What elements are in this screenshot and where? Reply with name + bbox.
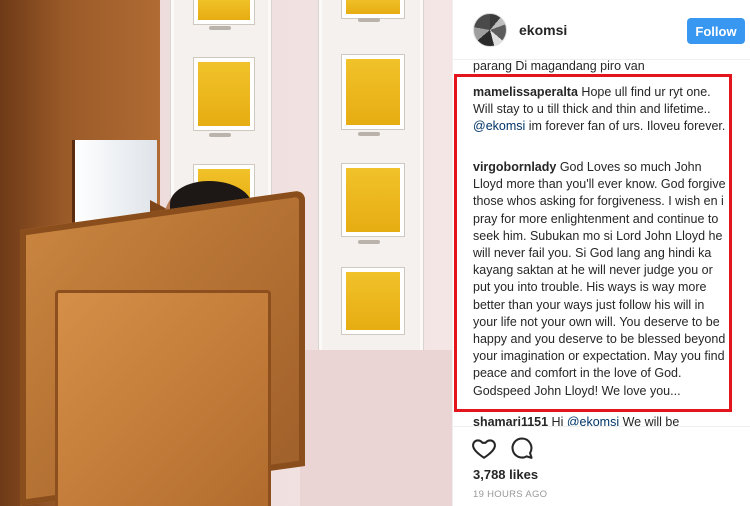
- comment-partial-bottom: shamari1151 Hi @ekomsi We will be: [473, 414, 743, 426]
- photo-window-pane: [342, 0, 404, 18]
- comment-mention[interactable]: @ekomsi: [567, 415, 619, 426]
- photo-booth-panel: [55, 290, 271, 506]
- heart-icon[interactable]: [471, 435, 497, 461]
- comment-text: God Loves so much John Lloyd more than y…: [473, 160, 726, 398]
- post-timestamp[interactable]: 19 HOURS AGO: [473, 489, 547, 500]
- comment: virgobornlady God Loves so much John Llo…: [473, 159, 729, 400]
- photo-window-pane: [194, 58, 254, 130]
- comment-username[interactable]: shamari1151: [473, 415, 548, 426]
- post-actions: 3,788 likes 19 HOURS AGO: [453, 426, 750, 506]
- likes-count[interactable]: 3,788 likes: [473, 467, 538, 482]
- post-sidebar: ekomsi Follow parang Di magandang piro v…: [452, 0, 750, 506]
- post-photo: [0, 0, 452, 506]
- comment-text: im forever fan of urs. Iloveu forever.: [525, 119, 726, 134]
- comment-text: We will be: [619, 415, 680, 426]
- avatar[interactable]: [473, 13, 507, 47]
- follow-button[interactable]: Follow: [687, 18, 745, 44]
- photo-window-handle: [358, 240, 380, 244]
- comment: mamelissaperalta Hope ull find ur ryt on…: [473, 84, 729, 136]
- comment-partial-top: parang Di magandang piro van: [473, 60, 645, 73]
- photo-window-pane: [342, 164, 404, 236]
- comments-list: parang Di magandang piro van mamelissape…: [453, 60, 750, 426]
- comment-bubble-icon[interactable]: [509, 435, 535, 461]
- photo-window-pane: [342, 55, 404, 129]
- photo-window-pane: [342, 268, 404, 334]
- comment-username[interactable]: mamelissaperalta: [473, 85, 578, 99]
- photo-window-pane: [194, 0, 254, 24]
- post-header: ekomsi Follow: [453, 0, 750, 60]
- photo-lower-wall: [300, 350, 452, 506]
- comment-mention[interactable]: @ekomsi: [473, 119, 525, 133]
- comment-username[interactable]: virgobornlady: [473, 160, 556, 174]
- post-username[interactable]: ekomsi: [519, 22, 567, 38]
- photo-window-handle: [209, 133, 231, 137]
- photo-window-handle: [209, 26, 231, 30]
- comment-text: Hi: [548, 415, 567, 426]
- photo-window-handle: [358, 18, 380, 22]
- photo-window-handle: [358, 132, 380, 136]
